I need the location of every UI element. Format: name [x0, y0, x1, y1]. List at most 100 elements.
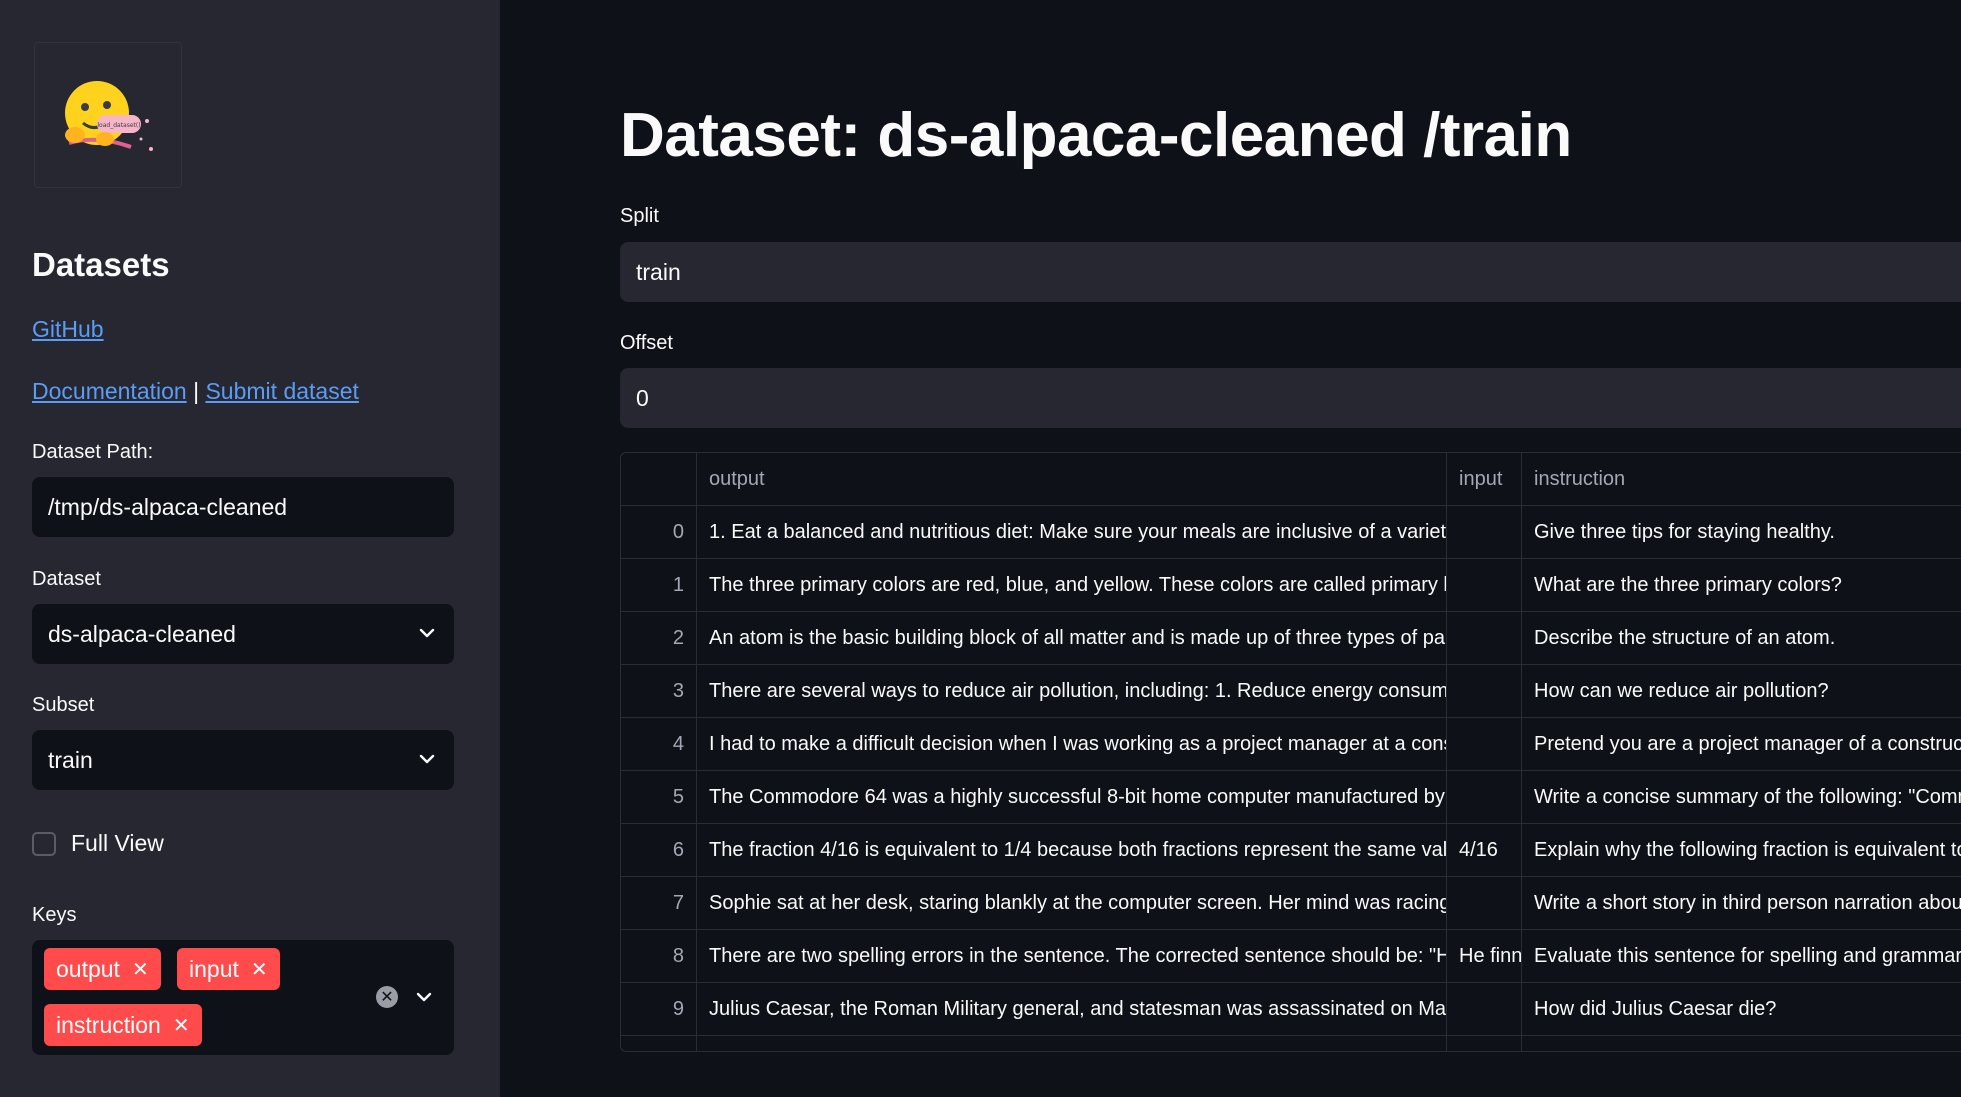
remove-tag-icon[interactable]: ✕	[251, 957, 268, 982]
offset-label: Offset	[620, 332, 673, 354]
row-index[interactable]: 3	[621, 665, 697, 718]
full-view-toggle[interactable]: Full View	[32, 830, 164, 857]
cell-output[interactable]: The fraction 4/16 is equivalent to 1/4 b…	[697, 824, 1447, 877]
table-row[interactable]: 5 The Commodore 64 was a highly successfu…	[621, 771, 1961, 824]
table-row[interactable]: 4I had to make a difficult decision when…	[621, 718, 1961, 771]
key-tag-label: output	[56, 955, 120, 982]
cell-instruction[interactable]: Describe the structure of an atom.	[1522, 612, 1961, 665]
github-link[interactable]: GitHub	[32, 316, 104, 342]
offset-input[interactable]: 0	[620, 368, 1961, 428]
table-row[interactable]: 1 The three primary colors are red, blue,…	[621, 559, 1961, 612]
cell-output[interactable]: The capital city of France is Paris.	[697, 1036, 1447, 1051]
cell-instruction[interactable]: What are the three primary colors?	[1522, 559, 1961, 612]
cell-instruction[interactable]: Write a concise summary of the following…	[1522, 771, 1961, 824]
key-tag-label: instruction	[56, 1011, 161, 1038]
dataset-path-input[interactable]: /tmp/ds-alpaca-cleaned	[32, 477, 454, 537]
table-row[interactable]: 3 There are several ways to reduce air po…	[621, 665, 1961, 718]
dataset-label: Dataset	[32, 568, 101, 590]
key-tag-instruction[interactable]: instruction ✕	[44, 1004, 202, 1046]
cell-output[interactable]: The three primary colors are red, blue, …	[697, 559, 1447, 612]
keys-label: Keys	[32, 904, 77, 926]
subset-label: Subset	[32, 694, 95, 716]
chevron-down-icon	[419, 628, 435, 638]
table-row[interactable]: 7 Sophie sat at her desk, staring blankly…	[621, 877, 1961, 930]
documentation-link[interactable]: Documentation	[32, 378, 187, 404]
logo-text: load_dataset()	[97, 122, 140, 129]
remove-tag-icon[interactable]: ✕	[173, 1013, 190, 1038]
cell-output[interactable]: 1. Eat a balanced and nutritious diet: M…	[697, 506, 1447, 559]
cell-input[interactable]	[1447, 665, 1522, 718]
row-index[interactable]: 10	[621, 1036, 697, 1051]
subset-select[interactable]: train	[32, 730, 454, 790]
row-index[interactable]: 6	[621, 824, 697, 877]
column-header-instruction[interactable]: instruction	[1522, 453, 1961, 506]
table-row[interactable]: 8 There are two spelling errors in the se…	[621, 930, 1961, 983]
table-header: output input instruction	[621, 453, 1961, 506]
key-tag-label: input	[189, 955, 239, 982]
keys-multiselect[interactable]: output ✕ input ✕ instruction ✕ ✕	[32, 940, 454, 1055]
cell-instruction[interactable]: Write a short story in third person narr…	[1522, 877, 1961, 930]
cell-input[interactable]: 4/16	[1447, 824, 1522, 877]
cell-output[interactable]: I had to make a difficult decision when …	[697, 718, 1447, 771]
split-select[interactable]: train	[620, 242, 1961, 302]
dataset-path-label: Dataset Path:	[32, 441, 154, 463]
dataset-select[interactable]: ds-alpaca-cleaned	[32, 604, 454, 664]
cell-output[interactable]: Sophie sat at her desk, staring blankly …	[697, 877, 1447, 930]
table-row[interactable]: 2 An atom is the basic building block of …	[621, 612, 1961, 665]
dataset-select-value: ds-alpaca-cleaned	[48, 620, 236, 647]
column-header-output[interactable]: output	[697, 453, 1447, 506]
row-index[interactable]: 8	[621, 930, 697, 983]
row-index[interactable]: 4	[621, 718, 697, 771]
full-view-label: Full View	[71, 830, 164, 856]
subset-select-value: train	[48, 746, 93, 773]
page-title: Dataset: ds-alpaca-cleaned /train	[620, 101, 1572, 170]
table-row[interactable]: 6 The fraction 4/16 is equivalent to 1/4 …	[621, 824, 1961, 877]
column-header-input[interactable]: input	[1447, 453, 1522, 506]
remove-tag-icon[interactable]: ✕	[132, 957, 149, 982]
hugging-face-icon: load_dataset()	[65, 81, 153, 151]
row-index[interactable]: 1	[621, 559, 697, 612]
cell-instruction[interactable]: How did Julius Caesar die?	[1522, 983, 1961, 1036]
chevron-down-icon[interactable]	[415, 988, 433, 1006]
row-index[interactable]: 9	[621, 983, 697, 1036]
clear-all-icon[interactable]: ✕	[376, 986, 398, 1008]
cell-instruction[interactable]: Explain why the following fraction is eq…	[1522, 824, 1961, 877]
submit-dataset-link[interactable]: Submit dataset	[205, 378, 358, 404]
cell-output[interactable]: There are two spelling errors in the sen…	[697, 930, 1447, 983]
cell-output[interactable]: The Commodore 64 was a highly successful…	[697, 771, 1447, 824]
chevron-down-icon	[419, 754, 435, 764]
sidebar-title: Datasets	[32, 246, 170, 283]
sidebar: load_dataset() Datasets GitHub Documenta…	[0, 0, 500, 1097]
row-index[interactable]: 5	[621, 771, 697, 824]
split-value: train	[636, 258, 681, 285]
cell-input[interactable]	[1447, 877, 1522, 930]
key-tag-input[interactable]: input ✕	[177, 948, 280, 990]
row-index[interactable]: 2	[621, 612, 697, 665]
table-row[interactable]: 9 Julius Caesar, the Roman Military gener…	[621, 983, 1961, 1036]
cell-input[interactable]	[1447, 718, 1522, 771]
key-tag-output[interactable]: output ✕	[44, 948, 161, 990]
table-row[interactable]: 0 1. Eat a balanced and nutritious diet: …	[621, 506, 1961, 559]
table-row[interactable]: 10The capital city of France is Paris. Wh…	[621, 1036, 1961, 1051]
cell-output[interactable]: An atom is the basic building block of a…	[697, 612, 1447, 665]
cell-input[interactable]	[1447, 559, 1522, 612]
cell-instruction[interactable]: Evaluate this sentence for spelling and …	[1522, 930, 1961, 983]
link-separator: |	[193, 378, 200, 404]
cell-input[interactable]	[1447, 1036, 1522, 1051]
cell-instruction[interactable]: Give three tips for staying healthy.	[1522, 506, 1961, 559]
cell-output[interactable]: Julius Caesar, the Roman Military genera…	[697, 983, 1447, 1036]
cell-output[interactable]: There are several ways to reduce air pol…	[697, 665, 1447, 718]
cell-input[interactable]	[1447, 612, 1522, 665]
row-index[interactable]: 7	[621, 877, 697, 930]
cell-instruction[interactable]: What is the capital of France?	[1522, 1036, 1961, 1051]
cell-input[interactable]	[1447, 506, 1522, 559]
cell-input[interactable]: He finn	[1447, 930, 1522, 983]
cell-instruction[interactable]: Pretend you are a project manager of a c…	[1522, 718, 1961, 771]
cell-instruction[interactable]: How can we reduce air pollution?	[1522, 665, 1961, 718]
row-index[interactable]: 0	[621, 506, 697, 559]
cell-input[interactable]	[1447, 983, 1522, 1036]
data-table[interactable]: output input instruction 0 1. Eat a balan…	[620, 452, 1961, 1052]
full-view-checkbox[interactable]	[32, 831, 56, 856]
index-header	[621, 453, 697, 506]
cell-input[interactable]	[1447, 771, 1522, 824]
